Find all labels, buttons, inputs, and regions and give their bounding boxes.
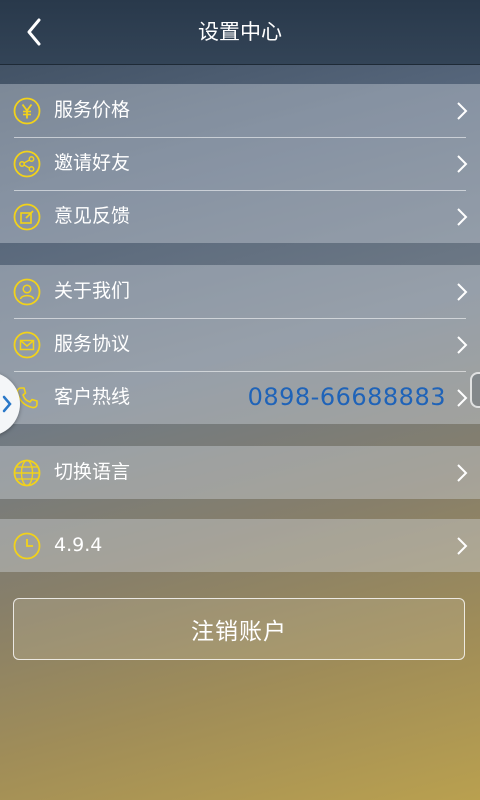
chevron-right-icon <box>457 283 468 301</box>
chevron-right-icon <box>457 389 468 407</box>
page-title: 设置中心 <box>198 20 282 44</box>
feedback-edit-icon <box>13 203 41 231</box>
envelope-circle-icon <box>13 331 41 359</box>
settings-group-about: 关于我们 服务协议 客户热线 0898-66688883 <box>0 265 480 424</box>
chevron-right-icon <box>457 537 468 555</box>
edge-drag-handle[interactable] <box>470 372 480 408</box>
hotline-number[interactable]: 0898-66688883 <box>248 371 446 424</box>
row-label: 意见反馈 <box>54 205 131 227</box>
settings-group-version: 4.9.4 <box>0 519 480 572</box>
row-customer-hotline[interactable]: 客户热线 0898-66688883 <box>0 371 480 424</box>
row-service-agreement[interactable]: 服务协议 <box>0 318 480 371</box>
row-label: 服务价格 <box>54 99 131 121</box>
row-label: 关于我们 <box>54 280 131 302</box>
chevron-right-icon <box>457 336 468 354</box>
row-invite-friends[interactable]: 邀请好友 <box>0 137 480 190</box>
version-label: 4.9.4 <box>54 534 103 556</box>
row-label: 邀请好友 <box>54 152 131 174</box>
settings-group-services: 服务价格 邀请好友 意见反馈 <box>0 84 480 243</box>
row-label: 切换语言 <box>54 461 131 483</box>
settings-group-language: 切换语言 <box>0 446 480 499</box>
row-service-price[interactable]: 服务价格 <box>0 84 480 137</box>
top-bar: 设置中心 <box>0 0 480 65</box>
row-switch-language[interactable]: 切换语言 <box>0 446 480 499</box>
share-circle-icon <box>13 150 41 178</box>
row-feedback[interactable]: 意见反馈 <box>0 190 480 243</box>
chevron-right-icon <box>457 464 468 482</box>
chevron-right-icon <box>457 102 468 120</box>
clock-icon <box>13 532 41 560</box>
row-label: 客户热线 <box>54 386 131 408</box>
user-circle-icon <box>13 278 41 306</box>
chevron-right-icon <box>457 208 468 226</box>
logout-button[interactable]: 注销账户 <box>13 598 465 660</box>
chevron-right-icon <box>2 395 12 413</box>
row-version[interactable]: 4.9.4 <box>0 519 480 572</box>
chevron-right-icon <box>457 155 468 173</box>
row-label: 服务协议 <box>54 333 131 355</box>
globe-icon <box>13 459 41 487</box>
row-about-us[interactable]: 关于我们 <box>0 265 480 318</box>
yen-circle-icon <box>13 97 41 125</box>
